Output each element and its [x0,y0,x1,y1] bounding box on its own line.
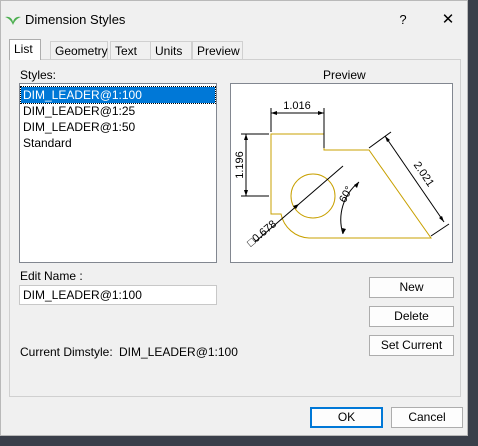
style-item-standard[interactable]: Standard [21,135,215,151]
dimension-preview: 1.016 1.196 2.021 60° □0.678 [230,83,453,263]
delete-button[interactable]: Delete [369,306,454,327]
preview-dim-diameter: □0.678 [245,218,279,249]
dimension-styles-dialog: Dimension Styles ? ✕ List Geometry Text … [0,0,468,436]
styles-listbox[interactable]: DIM_LEADER@1:100 DIM_LEADER@1:25 DIM_LEA… [19,83,217,263]
styles-label: Styles: [20,68,57,82]
style-item-dim-leader-50[interactable]: DIM_LEADER@1:50 [21,119,215,135]
style-item-dim-leader-100[interactable]: DIM_LEADER@1:100 [20,86,216,104]
current-dimstyle-value: DIM_LEADER@1:100 [119,345,238,359]
set-current-button[interactable]: Set Current [369,335,454,356]
close-button[interactable]: ✕ [437,9,459,31]
tab-text[interactable]: Text [110,41,152,59]
preview-dim-left: 1.196 [234,151,246,179]
current-dimstyle-label: Current Dimstyle: [20,345,113,359]
dialog-title: Dimension Styles [25,12,126,27]
tab-preview[interactable]: Preview [192,41,243,59]
preview-dim-right: 2.021 [411,160,436,190]
edit-name-input[interactable]: DIM_LEADER@1:100 [19,285,217,305]
title-bar[interactable]: Dimension Styles ? ✕ [1,1,467,37]
new-button[interactable]: New [369,277,454,298]
help-button[interactable]: ? [393,10,413,30]
tab-geometry[interactable]: Geometry [50,41,108,59]
cancel-button[interactable]: Cancel [391,407,463,428]
tab-strip: List Geometry Text Units Preview [9,39,461,60]
leaf-app-icon [5,16,21,25]
tab-list[interactable]: List [9,39,41,60]
tab-units[interactable]: Units [150,41,192,59]
edit-name-label: Edit Name : [20,269,83,283]
preview-drawing: 1.016 1.196 2.021 60° □0.678 [234,100,450,249]
ok-button[interactable]: OK [310,407,383,428]
style-item-dim-leader-25[interactable]: DIM_LEADER@1:25 [21,103,215,119]
preview-dim-top: 1.016 [283,100,311,112]
preview-label: Preview [323,68,366,82]
